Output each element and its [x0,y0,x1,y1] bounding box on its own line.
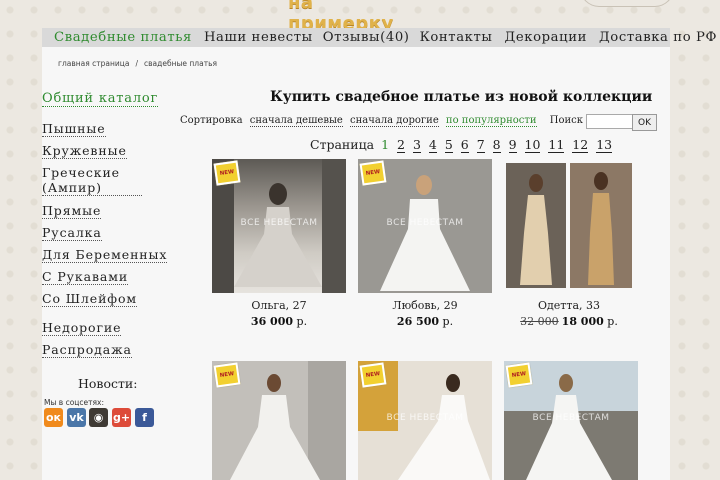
page-link-1[interactable]: 1 [381,137,389,152]
price-currency: р. [607,315,618,328]
nav-item-decorations[interactable]: Декорации [505,30,587,45]
breadcrumb-home[interactable]: главная страница [58,59,129,68]
product-name[interactable]: Любовь, 29 [358,299,492,312]
page-link-13[interactable]: 13 [596,137,613,153]
breadcrumb: главная страница / свадебные платья [58,59,217,68]
category-link-maternity[interactable]: Для Беременных [42,247,168,263]
price-value: 26 500 [396,315,440,328]
page-link-3[interactable]: 3 [412,137,421,153]
category-link-lace[interactable]: Кружевные [42,143,127,159]
category-link-straight[interactable]: Прямые [42,203,102,219]
category-link-inexpensive[interactable]: Недорогие [42,320,122,336]
instagram-icon[interactable]: ◉ [89,408,108,427]
price-currency: р. [442,315,454,328]
nav-item-delivery[interactable]: Доставка по РФ [599,30,717,45]
page-link-9[interactable]: 9 [508,137,517,153]
category-link-greek[interactable]: Греческие (Ампир) [42,165,142,196]
product-price: 26 500 р. [358,315,492,328]
category-link-fluffy[interactable]: Пышные [42,121,106,137]
header-ornament [580,0,674,7]
page-link-12[interactable]: 12 [572,137,589,153]
new-badge: NEW [359,160,387,186]
new-badge: NEW [359,362,387,388]
watermark: ВСЕ НЕВЕСТАМ [240,217,318,228]
product-name[interactable]: Одетта, 33 [502,299,636,312]
page-link-11[interactable]: 11 [548,137,565,153]
odnoklassniki-icon[interactable]: ок [44,408,63,427]
new-badge: NEW [213,160,241,186]
pagination: Страница 1 2 3 4 5 6 7 8 9 10 11 12 13 [310,137,616,153]
dress-illustration [506,163,632,288]
product-price: 32 000 18 000 р. [502,315,636,328]
nav-item-reviews[interactable]: Отзывы(40) [323,30,410,45]
watermark: ВСЕ НЕВЕСТАМ [386,413,464,424]
nav-item-wedding-dresses[interactable]: Свадебные платья [54,30,192,45]
sort-label: Сортировка [180,115,243,126]
social-label: Мы в соцсетях: [44,398,104,407]
sort-cheap-first-link[interactable]: сначала дешевые [249,115,343,127]
breadcrumb-separator: / [135,59,139,68]
page-link-8[interactable]: 8 [492,137,501,153]
catalog-title-link[interactable]: Общий каталог [42,91,159,107]
product-image[interactable]: NEW ВСЕ НЕВЕСТАМ [212,159,346,293]
sort-expensive-first-link[interactable]: сначала дорогие [350,115,439,127]
watermark: ВСЕ НЕВЕСТАМ [386,217,464,228]
page-link-4[interactable]: 4 [428,137,437,153]
breadcrumb-current: свадебные платья [144,59,217,68]
news-heading: Новости: [78,376,138,391]
page-title: Купить свадебное платье из новой коллекц… [270,89,653,105]
site-logo[interactable]: на примерку [288,0,420,34]
google-plus-icon[interactable]: g+ [112,408,131,427]
product-name[interactable]: Ольга, 27 [212,299,346,312]
category-link-mermaid[interactable]: Русалка [42,225,102,241]
category-link-sleeves[interactable]: С Рукавами [42,269,129,285]
product-image[interactable] [506,163,632,288]
sort-bar: Сортировка сначала дешевые сначала дорог… [180,115,644,127]
page-link-7[interactable]: 7 [476,137,485,153]
old-price: 32 000 [520,315,559,328]
watermark: ВСЕ НЕВЕСТАМ [532,413,610,424]
price-value: 36 000 [250,315,294,328]
pager-label: Страница [310,137,375,152]
search-ok-button[interactable]: OK [632,114,657,131]
category-link-sale[interactable]: Распродажа [42,342,132,358]
page-link-2[interactable]: 2 [397,137,405,153]
model-search-input[interactable] [586,114,634,129]
new-badge: NEW [505,362,533,388]
new-badge: NEW [213,362,241,388]
product-image[interactable]: NEW ВСЕ НЕВЕСТАМ [358,361,492,480]
nav-item-contacts[interactable]: Контакты [420,30,493,45]
page-link-6[interactable]: 6 [460,137,469,153]
product-image[interactable]: NEW [212,361,346,480]
price-currency: р. [296,315,308,328]
nav-item-our-brides[interactable]: Наши невесты [204,30,313,45]
main-nav: Свадебные платья Наши невесты Отзывы(40)… [42,28,716,47]
price-value: 18 000 [561,315,604,328]
product-price: 36 000 р. [212,315,346,328]
sort-popular-link[interactable]: по популярности [445,115,537,127]
facebook-icon[interactable]: f [135,408,154,427]
product-image[interactable]: NEW ВСЕ НЕВЕСТАМ [358,159,492,293]
category-link-train[interactable]: Со Шлейфом [42,291,138,307]
vk-icon[interactable]: vk [67,408,86,427]
page-link-5[interactable]: 5 [444,137,453,153]
page-link-10[interactable]: 10 [524,137,541,153]
product-image[interactable]: NEW ВСЕ НЕВЕСТАМ [504,361,638,480]
